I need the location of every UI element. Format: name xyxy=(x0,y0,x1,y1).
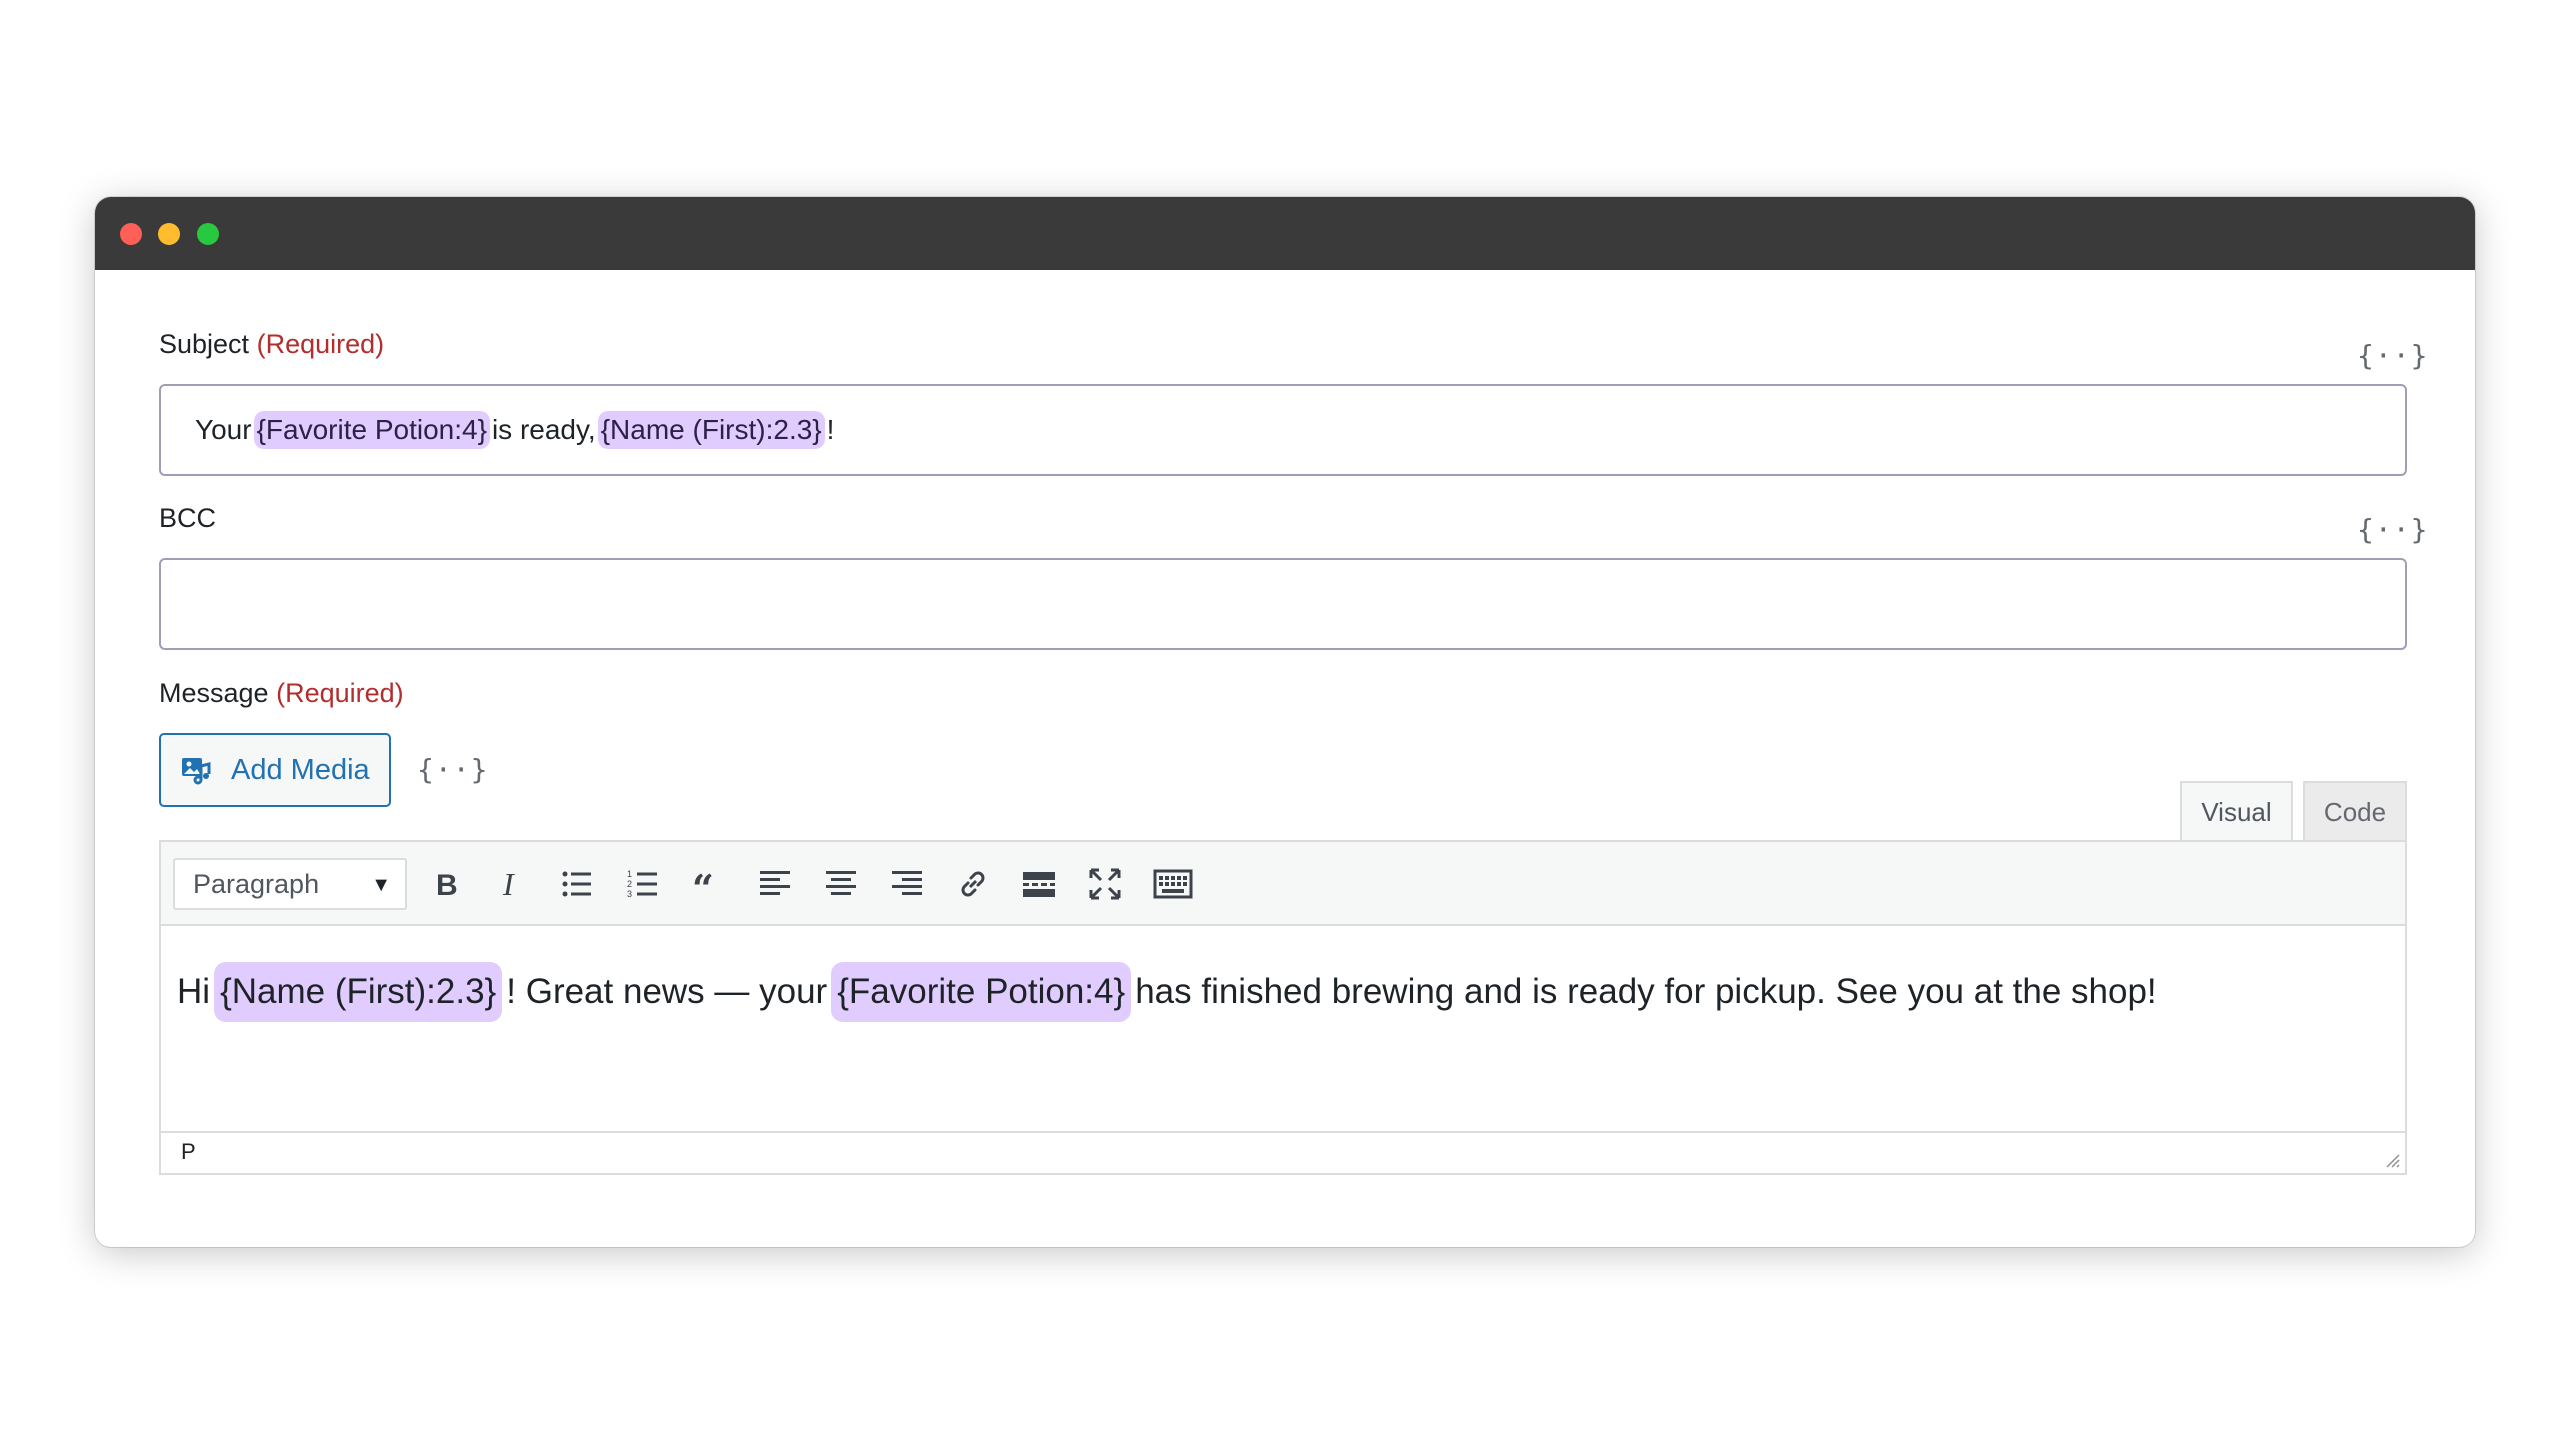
subject-value: Your {Favorite Potion:4} is ready, {Name… xyxy=(195,386,834,474)
merge-tag-chip[interactable]: {Name (First):2.3} xyxy=(214,962,503,1022)
message-body[interactable]: Hi {Name (First):2.3} ! Great news — you… xyxy=(177,962,2157,1022)
close-window-button[interactable] xyxy=(120,223,142,245)
merge-tag-chip[interactable]: {Favorite Potion:4} xyxy=(831,962,1132,1022)
app-window: Subject (Required) {··} Your {Favorite P… xyxy=(95,197,2475,1247)
message-required-marker: (Required) xyxy=(276,678,404,708)
fullscreen-icon[interactable] xyxy=(1087,866,1123,902)
svg-text:B: B xyxy=(436,869,458,902)
body-text-segment: has finished brewing and is ready for pi… xyxy=(1135,972,2157,1011)
body-text-segment: Hi xyxy=(177,972,211,1011)
tab-visual[interactable]: Visual xyxy=(2180,781,2293,841)
bold-icon[interactable]: B xyxy=(427,866,463,902)
maximize-window-button[interactable] xyxy=(197,223,219,245)
svg-text:2: 2 xyxy=(627,879,632,889)
chevron-down-icon: ▼ xyxy=(371,874,391,896)
toolbar-toggle-icon[interactable] xyxy=(1153,866,1193,902)
svg-text:I: I xyxy=(502,866,515,902)
subject-label: Subject (Required) xyxy=(159,329,384,360)
bcc-input[interactable] xyxy=(159,558,2407,650)
message-label: Message (Required) xyxy=(159,678,404,709)
editor-toolbar: Paragraph ▼ B I 1 2 3 “ xyxy=(161,842,2405,926)
subject-required-marker: (Required) xyxy=(256,329,385,359)
read-more-icon[interactable] xyxy=(1021,866,1057,902)
italic-icon[interactable]: I xyxy=(493,866,529,902)
svg-text:“: “ xyxy=(692,866,714,902)
subject-text-segment: ! xyxy=(826,414,835,445)
element-path[interactable]: P xyxy=(181,1139,196,1165)
subject-text-segment: is ready, xyxy=(491,414,596,445)
bcc-merge-tag-icon[interactable]: {··} xyxy=(2357,513,2428,546)
editor-statusbar: P xyxy=(161,1131,2405,1173)
link-icon[interactable] xyxy=(955,866,991,902)
format-select-value: Paragraph xyxy=(193,868,320,899)
message-label-text: Message xyxy=(159,678,269,708)
bullet-list-icon[interactable] xyxy=(559,866,595,902)
align-right-icon[interactable] xyxy=(889,866,925,902)
title-bar xyxy=(95,197,2475,270)
bcc-label-text: BCC xyxy=(159,503,217,533)
merge-tag-chip[interactable]: {Name (First):2.3} xyxy=(597,411,825,449)
align-center-icon[interactable] xyxy=(823,866,859,902)
tab-code[interactable]: Code xyxy=(2303,781,2407,841)
subject-merge-tag-icon[interactable]: {··} xyxy=(2357,339,2428,372)
resize-handle-icon[interactable] xyxy=(2383,1151,2401,1169)
subject-label-text: Subject xyxy=(159,329,250,359)
minimize-window-button[interactable] xyxy=(158,223,180,245)
add-media-label: Add Media xyxy=(231,753,370,786)
align-left-icon[interactable] xyxy=(757,866,793,902)
svg-text:3: 3 xyxy=(627,889,632,899)
subject-text-segment: Your xyxy=(195,414,252,445)
blockquote-icon[interactable]: “ xyxy=(691,866,727,902)
subject-input[interactable]: Your {Favorite Potion:4} is ready, {Name… xyxy=(159,384,2407,476)
message-editor: Paragraph ▼ B I 1 2 3 “ Hi {Name (First)… xyxy=(159,840,2407,1175)
body-text-segment: ! Great news — your xyxy=(506,972,828,1011)
format-select[interactable]: Paragraph ▼ xyxy=(173,858,407,910)
svg-text:1: 1 xyxy=(627,869,632,879)
numbered-list-icon[interactable]: 1 2 3 xyxy=(625,866,661,902)
merge-tag-chip[interactable]: {Favorite Potion:4} xyxy=(253,411,490,449)
add-media-icon xyxy=(182,758,211,785)
message-merge-tag-icon[interactable]: {··} xyxy=(417,753,488,786)
add-media-button[interactable]: Add Media xyxy=(159,733,391,807)
bcc-label: BCC xyxy=(159,503,216,534)
